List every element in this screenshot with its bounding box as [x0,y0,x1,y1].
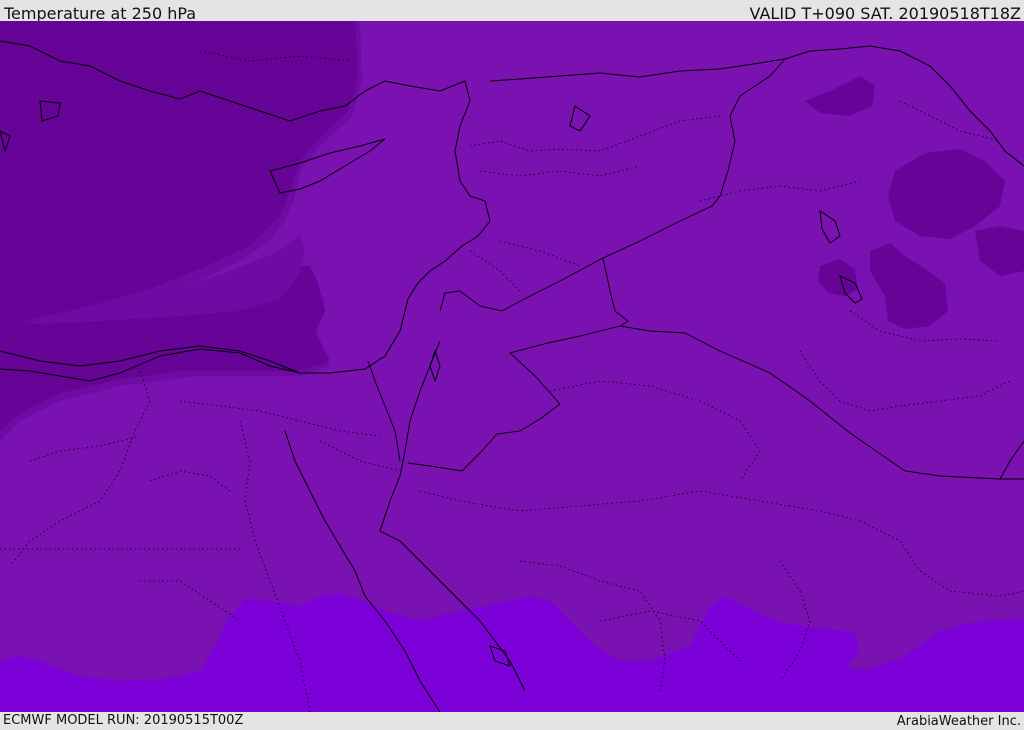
map-canvas [0,21,1024,712]
weather-map[interactable] [0,21,1024,712]
header-bar: Temperature at 250 hPa VALID T+090 SAT. … [0,0,1024,23]
model-run-label: ECMWF MODEL RUN: 20190515T00Z [3,713,244,728]
credit-label: ArabiaWeather Inc. [896,714,1021,729]
footer-bar: ECMWF MODEL RUN: 20190515T00Z ArabiaWeat… [0,712,1024,729]
